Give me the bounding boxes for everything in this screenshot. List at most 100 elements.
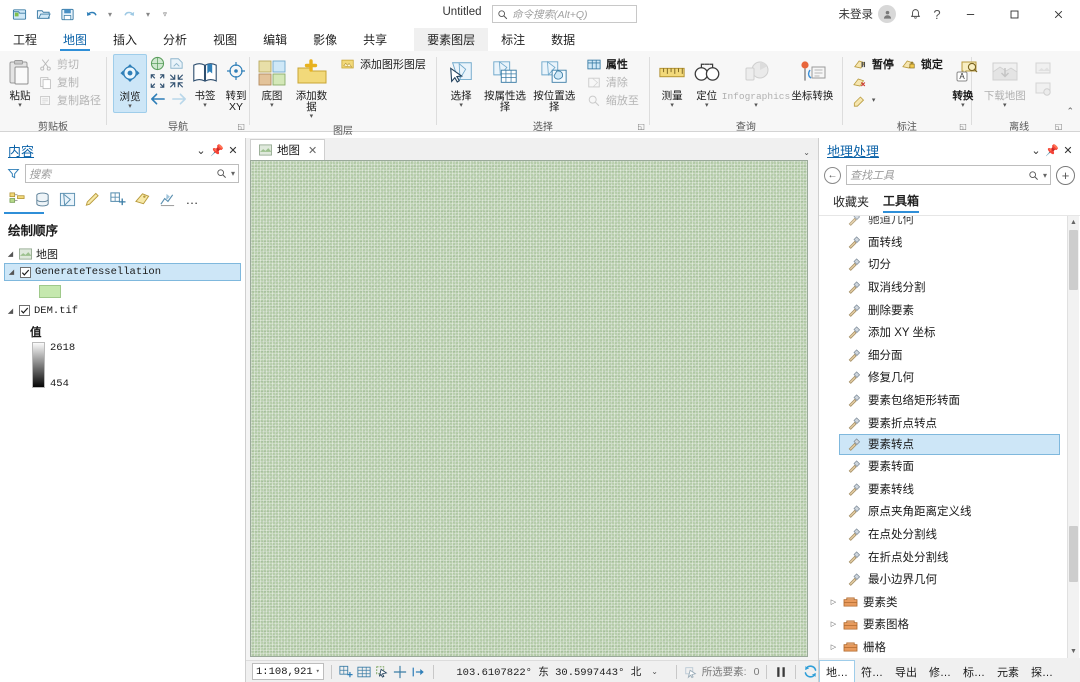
find-tools-input[interactable]: 查找工具 ▾	[846, 165, 1051, 185]
basemap-dropdown-caret[interactable]: ▾	[270, 102, 274, 109]
tool-item-selected[interactable]: 要素转点	[839, 433, 1060, 455]
undo-dropdown-caret[interactable]: ▾	[104, 3, 116, 25]
tool-item[interactable]: 删除要素	[819, 298, 1066, 321]
redo-dropdown-caret[interactable]: ▾	[142, 3, 154, 25]
selection-tools-icon[interactable]	[375, 663, 389, 680]
search-options-caret-icon[interactable]: ▾	[231, 169, 235, 178]
bottom-tab-export[interactable]: 导出	[889, 662, 923, 682]
infographics-button[interactable]: Infographics ▾	[722, 54, 790, 111]
save-project-icon[interactable]	[56, 3, 78, 25]
back-arrow-icon[interactable]: ←	[824, 166, 841, 184]
toolbox-item[interactable]: ▷ 要素图格	[819, 613, 1066, 636]
ribbon-tab-imagery[interactable]: 影像	[300, 28, 350, 51]
download-map-dropdown-caret[interactable]: ▾	[1003, 102, 1007, 109]
ribbon-tab-view[interactable]: 视图	[200, 28, 250, 51]
attributes-button[interactable]: 属性	[583, 55, 643, 73]
command-search-box[interactable]: 命令搜索(Alt+Q)	[492, 5, 637, 23]
collapse-ribbon-button[interactable]: ⌃	[1066, 51, 1080, 131]
locate-button[interactable]: 定位 ▾	[690, 54, 723, 111]
list-by-data-source-icon[interactable]	[31, 189, 53, 210]
list-by-drawing-order-icon[interactable]	[4, 189, 44, 214]
table-icon[interactable]	[357, 663, 371, 680]
pause-drawing-icon[interactable]	[774, 663, 788, 680]
tool-item[interactable]: 要素折点转点	[819, 411, 1066, 434]
tool-item[interactable]: 最小边界几何	[819, 568, 1066, 591]
tree-item-generate-tessellation[interactable]: ◢ GenerateTessellation	[4, 263, 241, 281]
tool-item[interactable]: 在点处分割线	[819, 523, 1066, 546]
manage-replica-icon[interactable]	[1034, 80, 1054, 100]
infographics-dropdown-caret[interactable]: ▾	[754, 102, 758, 109]
tool-list[interactable]: 驰道几何 面转线 切分 取消线分割 删除要素 添加 XY 坐标 细分面 修复几何…	[819, 215, 1080, 658]
tree-item-map[interactable]: ◢ 地图	[0, 244, 245, 263]
avatar[interactable]	[878, 5, 896, 23]
chevron-down-icon[interactable]: ⌄	[193, 141, 209, 159]
clear-selection-button[interactable]: 清除	[583, 73, 643, 91]
tab-toolboxes[interactable]: 工具箱	[883, 192, 920, 213]
forward-arrow-icon[interactable]	[171, 92, 188, 106]
tree-item-dem-tif[interactable]: ◢ DEM.tif	[0, 301, 245, 320]
full-extent-icon[interactable]	[149, 55, 166, 72]
pin-icon[interactable]: 📌	[1044, 141, 1060, 159]
tool-item[interactable]: 细分面	[819, 344, 1066, 367]
copy-button[interactable]: 复制	[34, 73, 105, 91]
tool-item[interactable]: 要素转线	[819, 478, 1066, 501]
search-options-caret-icon[interactable]: ▾	[1043, 171, 1047, 180]
map-canvas[interactable]	[250, 160, 808, 657]
add-grid-icon[interactable]	[339, 663, 353, 680]
minimize-button[interactable]	[948, 0, 992, 28]
bottom-tab-modify[interactable]: 修…	[923, 662, 957, 682]
ribbon-tab-labeling[interactable]: 标注	[488, 28, 538, 51]
copy-path-button[interactable]: 复制路径	[34, 91, 105, 109]
tool-list-scrollbar[interactable]: ▲ ▼	[1067, 216, 1079, 658]
select-dropdown-caret[interactable]: ▾	[459, 102, 463, 109]
bookmarks-dropdown-caret[interactable]: ▾	[203, 102, 207, 109]
explore-button[interactable]: 浏览 ▾	[112, 54, 147, 113]
scale-dropdown-caret-icon[interactable]: ▾	[316, 667, 320, 676]
expand-triangle-icon[interactable]: ◢	[6, 250, 15, 258]
list-by-selection-icon[interactable]	[56, 189, 78, 210]
list-by-charts-icon[interactable]	[156, 189, 178, 210]
map-view-tab[interactable]: 地图 ✕	[250, 139, 326, 160]
tool-item[interactable]: 添加 XY 坐标	[819, 321, 1066, 344]
ribbon-tab-insert[interactable]: 插入	[100, 28, 150, 51]
expand-triangle-icon[interactable]: ▷	[829, 598, 838, 606]
ribbon-tab-analysis[interactable]: 分析	[150, 28, 200, 51]
close-icon[interactable]: ✕	[308, 144, 317, 157]
select-by-location-button[interactable]: 按位置选择	[531, 54, 578, 115]
convert-labels-dropdown-caret[interactable]: ▾	[961, 102, 965, 109]
bottom-tab-symbology[interactable]: 符…	[855, 662, 889, 682]
ribbon-tab-feature-layer[interactable]: 要素图层	[414, 28, 489, 51]
toolbox-item[interactable]: ▷ 栅格	[819, 636, 1066, 658]
help-icon[interactable]: ?	[926, 3, 948, 25]
measure-button[interactable]: 测量 ▾	[656, 54, 689, 111]
explore-dropdown-caret[interactable]: ▾	[128, 103, 132, 110]
label-style-dropdown-caret[interactable]: ▾	[872, 96, 876, 104]
fixed-zoom-in-icon[interactable]	[149, 73, 166, 89]
bottom-tab-labeling[interactable]: 标…	[957, 662, 991, 682]
scrollbar-thumb-lower[interactable]	[1069, 526, 1078, 582]
measure-dropdown-caret[interactable]: ▾	[670, 102, 674, 109]
next-extent-icon[interactable]	[411, 663, 426, 680]
list-by-editing-icon[interactable]	[81, 189, 103, 210]
coordinate-format-caret-icon[interactable]: ⌄	[651, 667, 658, 676]
more-options-icon[interactable]: …	[181, 189, 203, 210]
tool-item[interactable]: 要素转面	[819, 455, 1066, 478]
pin-icon[interactable]: 📌	[209, 141, 225, 159]
contents-search-input[interactable]: 搜索 ▾	[25, 164, 239, 183]
customize-qat-icon[interactable]: ⩔	[156, 3, 174, 25]
sync-replica-icon[interactable]	[1034, 60, 1054, 80]
add-data-button[interactable]: 添加数据 ▾	[292, 54, 331, 122]
locate-dropdown-caret[interactable]: ▾	[705, 102, 709, 109]
lock-labels-button[interactable]: 锁定	[898, 55, 947, 73]
close-button[interactable]	[1036, 0, 1080, 28]
toolbox-item[interactable]: ▷ 要素类	[819, 591, 1066, 614]
tool-item[interactable]: 在折点处分割线	[819, 545, 1066, 568]
fixed-zoom-out-icon[interactable]	[168, 73, 185, 89]
chevron-down-icon[interactable]: ⌄	[1028, 141, 1044, 159]
expand-triangle-icon[interactable]: ◢	[7, 268, 16, 276]
labeling-dialog-launcher-icon[interactable]: ◱	[959, 122, 967, 131]
list-by-snapping-icon[interactable]	[106, 189, 128, 210]
select-button[interactable]: 选择 ▾	[443, 54, 479, 111]
coordinate-conversion-button[interactable]: 坐标转换	[789, 54, 836, 104]
tool-item[interactable]: 驰道几何	[819, 216, 1066, 231]
